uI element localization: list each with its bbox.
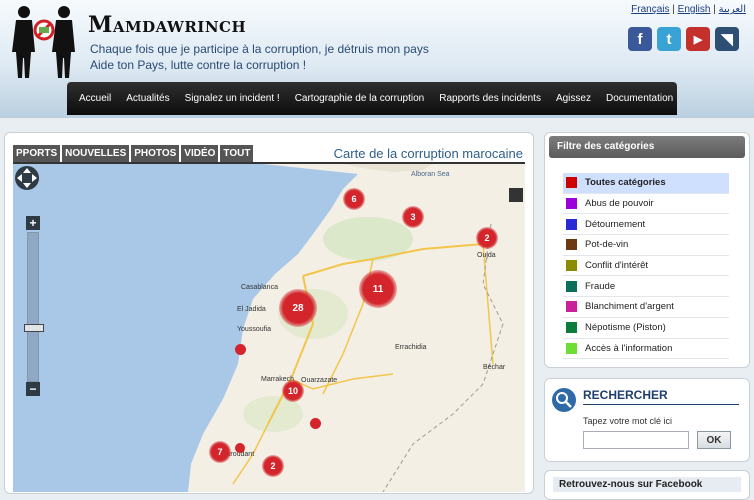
category-swatch [566, 177, 577, 189]
category-swatch [566, 198, 577, 210]
tab-photos[interactable]: PHOTOS [131, 145, 180, 162]
category-item-nepotisme[interactable]: Népotisme (Piston) [563, 318, 729, 339]
site-header: Mamdawrinch Chaque fois que je participe… [0, 0, 754, 118]
category-filter-title: Filtre des catégories [549, 136, 745, 158]
lang-english-link[interactable]: English [678, 4, 711, 15]
category-label: Blanchiment d'argent [585, 301, 674, 313]
city-label: El Jadida [237, 306, 266, 313]
rss-icon[interactable]: ◥ [715, 27, 739, 51]
nav-item-accueil[interactable]: Accueil [79, 93, 111, 104]
category-filter-panel: Filtre des catégories Toutes catégories … [544, 132, 750, 368]
category-swatch [566, 301, 577, 313]
category-list: Toutes catégories Abus de pouvoir Détour… [563, 173, 729, 360]
incident-marker[interactable] [310, 418, 321, 429]
zoom-slider[interactable] [27, 232, 39, 382]
category-label: Fraude [585, 280, 616, 292]
category-swatch [566, 280, 577, 292]
category-item-conflit[interactable]: Conflit d'intérêt [563, 256, 729, 277]
category-item-acces[interactable]: Accès à l'information [563, 339, 729, 360]
zoom-in-button[interactable]: + [26, 216, 40, 230]
city-label: Youssoufia [237, 326, 271, 333]
lang-separator: | [672, 4, 675, 15]
city-label: Errachidia [395, 344, 427, 351]
corruption-map[interactable]: Alboran Sea Casablanca Marrakech Tarouda… [13, 164, 525, 492]
divider [583, 404, 739, 405]
facebook-icon[interactable]: f [628, 27, 652, 51]
incident-cluster[interactable]: 3 [402, 206, 424, 228]
nav-item-actualites[interactable]: Actualités [126, 93, 169, 104]
incident-cluster[interactable]: 7 [209, 441, 231, 463]
lang-arabic-link[interactable]: العربية [719, 4, 746, 15]
nav-item-agissez[interactable]: Agissez [556, 93, 591, 104]
category-item-detournement[interactable]: Détournement [563, 214, 729, 236]
lang-separator: | [713, 4, 716, 15]
category-label: Toutes catégories [585, 177, 666, 189]
incident-cluster[interactable]: 6 [343, 188, 365, 210]
city-label: Ouarzazate [301, 377, 338, 384]
city-label: Oujda [477, 252, 496, 259]
category-item-all[interactable]: Toutes catégories [563, 173, 729, 194]
language-switcher: Français | English | العربية [631, 4, 746, 15]
category-label: Accès à l'information [585, 342, 673, 354]
twitter-icon[interactable]: t [657, 27, 681, 51]
tagline-line-1: Chaque fois que je participe à la corrup… [90, 42, 429, 56]
site-name: Mamdawrinch [88, 12, 247, 38]
category-label: Népotisme (Piston) [585, 322, 666, 334]
incident-marker[interactable] [235, 344, 246, 355]
search-ok-button[interactable]: OK [697, 431, 731, 449]
media-tabs: PPORTS NOUVELLES PHOTOS VIDÉO TOUT [13, 145, 254, 162]
category-swatch [566, 342, 577, 354]
category-swatch [566, 322, 577, 334]
category-label: Abus de pouvoir [585, 198, 654, 210]
incident-marker[interactable] [235, 443, 245, 453]
tagline-line-2: Aide ton Pays, lutte contre la corruptio… [90, 58, 307, 72]
zoom-slider-handle[interactable] [24, 324, 44, 332]
search-panel: RECHERCHER Tapez votre mot clé ici OK [544, 378, 750, 462]
lang-francais-link[interactable]: Français [631, 4, 669, 15]
nav-item-cartographie[interactable]: Cartographie de la corruption [295, 93, 425, 104]
youtube-icon[interactable]: ▶ [686, 27, 710, 51]
incident-cluster[interactable]: 10 [282, 380, 304, 402]
zoom-out-button[interactable]: − [26, 382, 40, 396]
facebook-panel: Retrouvez-nous sur Facebook [544, 470, 750, 500]
map-panel: PPORTS NOUVELLES PHOTOS VIDÉO TOUT Carte… [4, 132, 534, 494]
sea-label: Alboran Sea [411, 171, 450, 178]
pan-control-icon[interactable] [13, 164, 41, 192]
tab-tout[interactable]: TOUT [220, 145, 254, 162]
tab-nouvelles[interactable]: NOUVELLES [62, 145, 130, 162]
logo-icon [12, 6, 75, 78]
search-input[interactable] [583, 431, 689, 449]
search-title: RECHERCHER [583, 388, 668, 402]
city-label: Béchar [483, 364, 506, 371]
incident-cluster[interactable]: 28 [279, 289, 317, 327]
main-nav: Accueil Actualités Signalez un incident … [67, 82, 677, 115]
city-label: Casablanca [241, 284, 278, 291]
category-item-pot-de-vin[interactable]: Pot-de-vin [563, 235, 729, 256]
search-hint: Tapez votre mot clé ici [583, 416, 673, 426]
search-icon [552, 388, 576, 412]
nav-item-documentation[interactable]: Documentation [606, 93, 673, 104]
layer-switcher-icon[interactable] [509, 188, 523, 202]
category-swatch [566, 239, 577, 251]
social-links: f t ▶ ◥ [628, 27, 739, 51]
category-label: Pot-de-vin [585, 239, 629, 251]
nav-item-signalez[interactable]: Signalez un incident ! [185, 93, 280, 104]
category-label: Détournement [585, 218, 646, 230]
category-swatch [566, 218, 577, 230]
incident-cluster[interactable]: 2 [476, 227, 498, 249]
category-item-blanchiment[interactable]: Blanchiment d'argent [563, 297, 729, 318]
incident-cluster[interactable]: 11 [359, 270, 397, 308]
category-item-abus[interactable]: Abus de pouvoir [563, 194, 729, 215]
nav-item-rapports[interactable]: Rapports des incidents [439, 93, 541, 104]
tab-rapports[interactable]: PPORTS [13, 145, 61, 162]
category-swatch [566, 260, 577, 272]
tab-video[interactable]: VIDÉO [181, 145, 219, 162]
category-label: Conflit d'intérêt [585, 260, 649, 272]
facebook-label[interactable]: Retrouvez-nous sur Facebook [553, 477, 741, 492]
category-item-fraude[interactable]: Fraude [563, 276, 729, 298]
map-title: Carte de la corruption marocaine [333, 146, 523, 161]
incident-cluster[interactable]: 2 [262, 455, 284, 477]
